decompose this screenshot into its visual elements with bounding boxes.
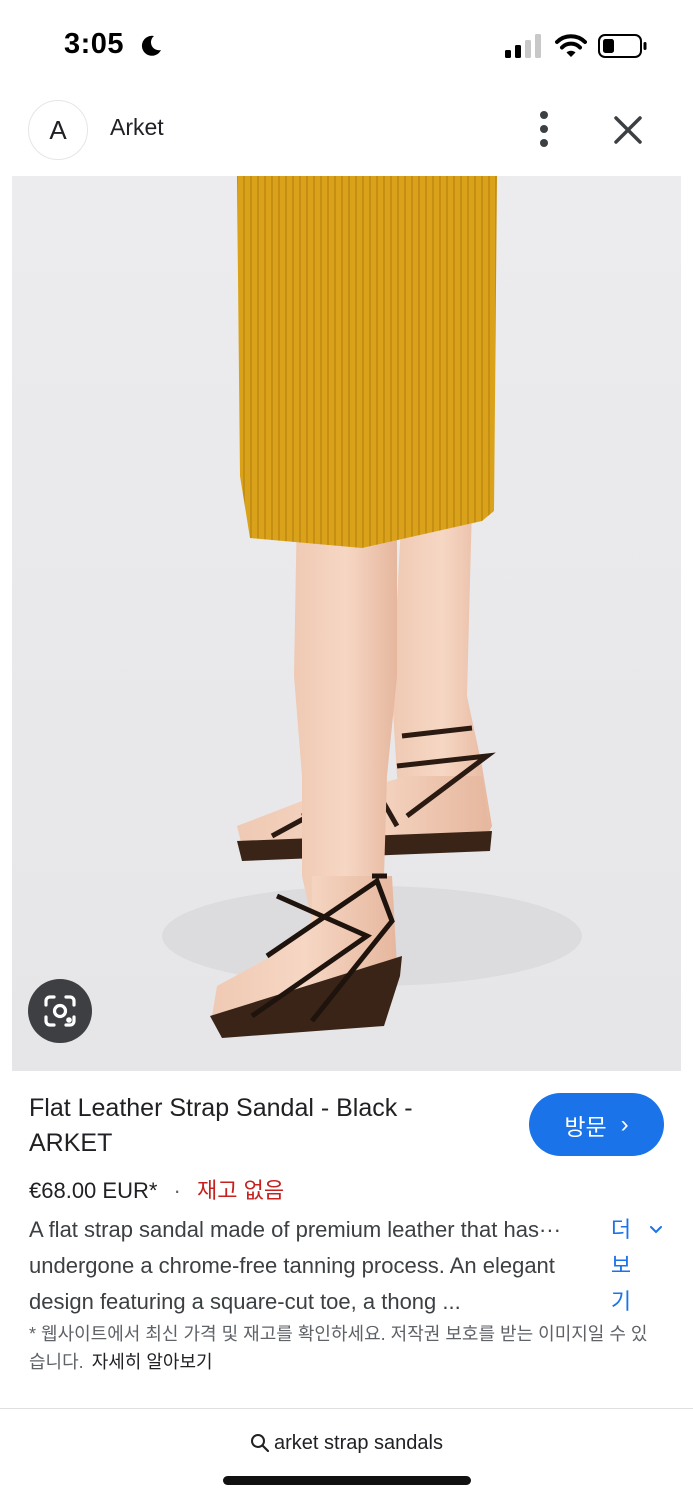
sandal-photo-illustration: [12, 176, 681, 1071]
site-avatar[interactable]: A: [28, 100, 88, 160]
disclaimer: * 웹사이트에서 최신 가격 및 재고를 확인하세요. 저작권 보호를 받는 이…: [29, 1320, 659, 1376]
search-icon: [251, 1434, 270, 1453]
price-row: €68.00 EUR* · 재고 없음: [29, 1173, 284, 1205]
visit-button[interactable]: 방문 ›: [529, 1093, 664, 1156]
stock-status: 재고 없음: [197, 1178, 285, 1203]
battery-icon: [598, 34, 647, 58]
moon-icon: [141, 35, 161, 56]
search-query-bar[interactable]: arket strap sandals: [0, 1425, 693, 1461]
chevron-right-icon: ›: [620, 1110, 629, 1138]
learn-more-link[interactable]: 자세히 알아보기: [92, 1352, 213, 1372]
chevron-down-icon[interactable]: [648, 1222, 664, 1238]
close-icon[interactable]: [610, 112, 646, 148]
more-vert-icon[interactable]: [526, 106, 562, 152]
lens-icon: [44, 995, 76, 1027]
product-image[interactable]: [12, 176, 681, 1071]
status-time: 3:05: [64, 28, 125, 60]
price: €68.00 EUR*: [29, 1178, 158, 1203]
visit-label: 방문: [564, 1113, 607, 1140]
product-description: A flat strap sandal made of premium leat…: [29, 1217, 561, 1314]
search-query: arket strap sandals: [274, 1431, 443, 1454]
signal-icon: [505, 34, 541, 58]
product-title[interactable]: Flat Leather Strap Sandal - Black - ARKE…: [29, 1091, 469, 1161]
lens-button[interactable]: [28, 979, 92, 1043]
separator: ·: [173, 1178, 181, 1203]
site-name[interactable]: Arket: [110, 114, 164, 141]
wifi-icon: [555, 34, 587, 57]
home-indicator[interactable]: [223, 1476, 471, 1485]
site-header: A Arket: [0, 92, 693, 176]
more-button[interactable]: 더 보기: [606, 1212, 636, 1320]
divider: [0, 1408, 693, 1409]
status-bar: 3:05: [0, 0, 693, 92]
